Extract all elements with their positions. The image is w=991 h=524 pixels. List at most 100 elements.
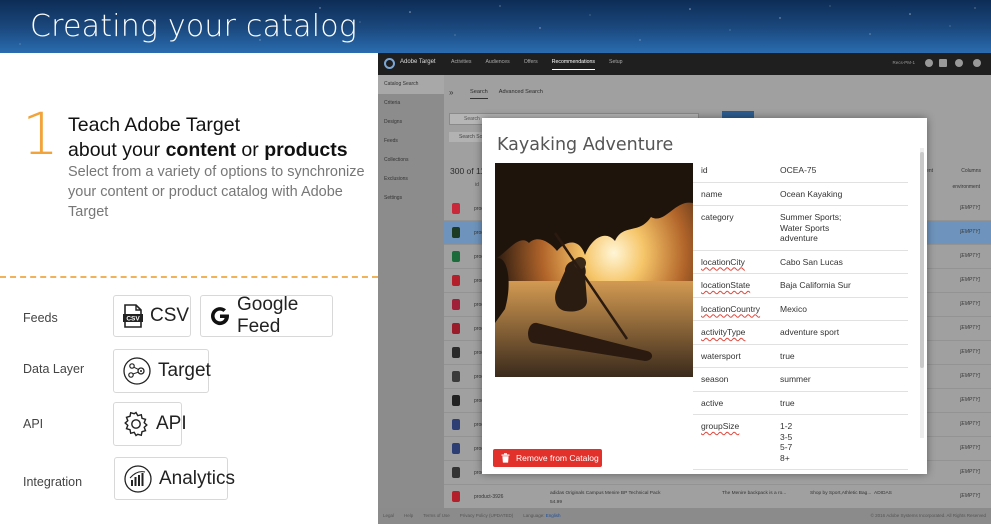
csv-file-icon: CSV bbox=[123, 304, 143, 328]
sidebar-item-criteria[interactable]: Criteria bbox=[378, 94, 444, 113]
tab-search[interactable]: Search bbox=[470, 89, 488, 99]
target-option[interactable]: Target bbox=[113, 349, 211, 393]
product-thumbnail bbox=[452, 275, 460, 286]
attribute-key: locationCity bbox=[701, 256, 745, 267]
sidebar-item-exclusions[interactable]: Exclusions bbox=[378, 170, 444, 189]
last-row-category: Shop by Sport,Athletic Bag... bbox=[810, 491, 872, 496]
attribute-value: true bbox=[780, 397, 795, 408]
svg-text:CSV: CSV bbox=[126, 316, 140, 323]
app-nav: Activities Audiences Offers Recommendati… bbox=[451, 59, 623, 70]
notification-bell-icon[interactable] bbox=[955, 59, 963, 67]
feature-label-api: API bbox=[23, 417, 44, 431]
attribute-value: OCEA-75 bbox=[780, 165, 817, 175]
footer-link-help[interactable]: Help bbox=[404, 513, 413, 518]
footer-link-privacy[interactable]: Privacy Policy (UPDATED) bbox=[460, 513, 513, 518]
nav-activities[interactable]: Activities bbox=[451, 59, 471, 70]
attribute-row: active true bbox=[693, 392, 908, 415]
nav-offers[interactable]: Offers bbox=[524, 59, 538, 70]
apps-grid-icon[interactable] bbox=[939, 59, 947, 67]
target-network-icon bbox=[123, 357, 151, 385]
attribute-key: watersport bbox=[701, 350, 741, 361]
last-row-desc: The Menire backpack is a ro... bbox=[722, 491, 787, 496]
sidebar-item-catalog-search[interactable]: Catalog Search bbox=[378, 75, 444, 94]
google-icon bbox=[211, 307, 230, 326]
empty-cell: [EMPTY] bbox=[959, 325, 980, 331]
nav-setup[interactable]: Setup bbox=[609, 59, 623, 70]
sidebar-item-designs[interactable]: Designs bbox=[378, 113, 444, 132]
heading-or: or bbox=[236, 139, 265, 161]
tab-advanced-search[interactable]: Advanced Search bbox=[499, 89, 543, 99]
attribute-key: category bbox=[701, 212, 734, 222]
modal-scrollbar-thumb[interactable] bbox=[920, 152, 924, 368]
product-thumbnail bbox=[452, 395, 460, 406]
footer-language: Language: English bbox=[523, 513, 560, 518]
empty-cell: [EMPTY] bbox=[959, 445, 980, 451]
columns-toggle[interactable]: Columns bbox=[961, 168, 981, 174]
footer-link-legal[interactable]: Legal bbox=[383, 513, 394, 518]
trash-icon bbox=[501, 453, 510, 463]
attribute-row: name Ocean Kayaking bbox=[693, 183, 908, 206]
sidebar-item-feeds[interactable]: Feeds bbox=[378, 132, 444, 151]
empty-cell: [EMPTY] bbox=[959, 469, 980, 475]
api-option[interactable]: API bbox=[113, 402, 187, 446]
column-header-id[interactable]: id bbox=[475, 182, 479, 188]
feature-label-feeds: Feeds bbox=[23, 311, 58, 325]
slide-title: Creating your catalog bbox=[30, 9, 358, 44]
sidebar-item-collections[interactable]: Collections bbox=[378, 151, 444, 170]
target-label: Target bbox=[158, 360, 211, 381]
table-row-last[interactable]: product-3926 adidas Originals Campus Men… bbox=[444, 485, 991, 509]
attribute-row: category Summer Sports; Water Sports adve… bbox=[693, 206, 908, 251]
app-footer: Legal Help Terms of Use Privacy Policy (… bbox=[378, 508, 991, 524]
empty-cell: [EMPTY] bbox=[959, 421, 980, 427]
footer-language-value[interactable]: English bbox=[546, 513, 561, 518]
attribute-key: groupSize bbox=[701, 421, 740, 431]
attribute-row: locationCountry Mexico bbox=[693, 298, 908, 321]
product-thumbnail bbox=[452, 323, 460, 334]
step-number: 1 bbox=[22, 100, 59, 168]
search-input-placeholder: Search bbox=[464, 116, 480, 122]
remove-from-catalog-button[interactable]: Remove from Catalog bbox=[493, 449, 602, 467]
attribute-value: Cabo San Lucas bbox=[780, 256, 843, 267]
attribute-value: summer bbox=[780, 374, 811, 384]
empty-cell: [EMPTY] bbox=[959, 493, 980, 499]
nav-audiences[interactable]: Audiences bbox=[485, 59, 509, 70]
attribute-row: locationCity Cabo San Lucas bbox=[693, 251, 908, 274]
product-thumbnail bbox=[452, 299, 460, 310]
user-label[interactable]: Recs-PM-1 bbox=[892, 60, 915, 65]
csv-label: CSV bbox=[150, 305, 190, 326]
last-row-price: 54.99 bbox=[550, 500, 563, 505]
product-thumbnail bbox=[452, 203, 460, 214]
help-icon[interactable] bbox=[925, 59, 933, 67]
slide-header: Creating your catalog bbox=[0, 0, 991, 53]
kayaking-photo bbox=[495, 163, 693, 377]
last-row-code: product-3926 bbox=[474, 494, 504, 500]
product-detail-modal: Kayaking Adventure id OCEA-75 name Ocean Ka… bbox=[482, 118, 927, 474]
google-feed-label: Google Feed bbox=[237, 294, 299, 337]
dashed-divider bbox=[0, 276, 378, 278]
sidebar-item-settings[interactable]: Settings bbox=[378, 189, 444, 208]
user-avatar-icon[interactable] bbox=[973, 59, 981, 67]
attribute-value: 1-2 3-5 5-7 8+ bbox=[780, 421, 793, 463]
product-thumbnail bbox=[452, 419, 460, 430]
empty-cell: [EMPTY] bbox=[959, 349, 980, 355]
footer-link-terms[interactable]: Terms of Use bbox=[423, 513, 450, 518]
attribute-row: season summer bbox=[693, 368, 908, 392]
attribute-key: locationState bbox=[701, 280, 751, 290]
nav-recommendations[interactable]: Recommendations bbox=[551, 59, 595, 70]
analytics-option[interactable]: Analytics bbox=[114, 457, 235, 500]
collapse-chevron-icon[interactable]: » bbox=[449, 88, 453, 97]
product-attributes-table: id OCEA-75 name Ocean Kayaking category Summe… bbox=[693, 159, 908, 470]
empty-cell: [EMPTY] bbox=[959, 229, 980, 235]
empty-cell: [EMPTY] bbox=[959, 253, 980, 259]
attribute-row: watersport true bbox=[693, 345, 908, 368]
attribute-key: active bbox=[701, 397, 724, 408]
heading-line2-pre: about your bbox=[68, 139, 166, 161]
search-chip-label: Search So bbox=[459, 134, 483, 140]
search-tabs: Search Advanced Search bbox=[470, 89, 543, 99]
attribute-value: Summer Sports; Water Sports adventure bbox=[780, 212, 842, 243]
google-feed-option[interactable]: Google Feed bbox=[200, 294, 333, 337]
app-topbar: Adobe Target Activities Audiences Offers… bbox=[378, 53, 991, 75]
column-header-environment-b[interactable]: environment bbox=[952, 184, 980, 190]
csv-option[interactable]: CSV CSV bbox=[113, 295, 191, 337]
heading-line1: Teach Adobe Target bbox=[68, 114, 241, 136]
